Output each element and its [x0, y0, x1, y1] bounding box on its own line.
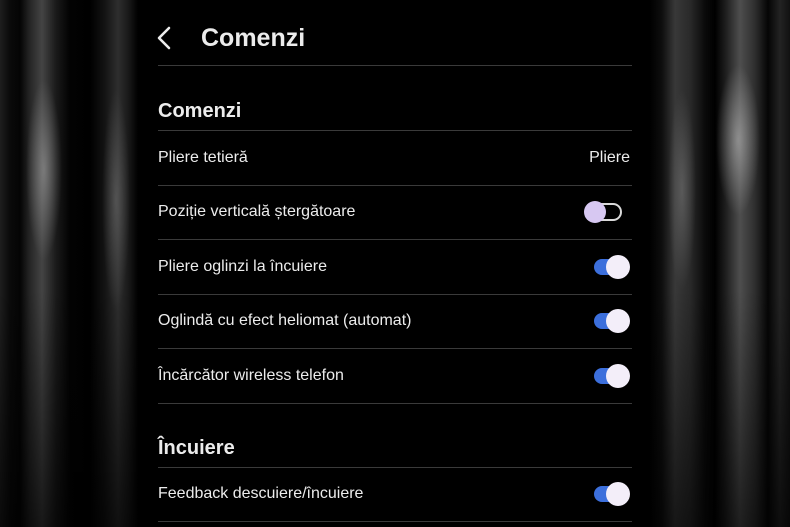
- page-header: Comenzi: [156, 0, 632, 66]
- left-bezel-reflection: [0, 0, 138, 527]
- toggle-knob: [606, 363, 630, 388]
- row-label: Pliere oglinzi la încuiere: [158, 257, 327, 275]
- section-title: Încuiere: [158, 436, 235, 459]
- row-incarcator-wireless[interactable]: Încărcător wireless telefon: [158, 349, 632, 404]
- settings-screen: Comenzi Comenzi Pliere tetieră Pliere Po…: [138, 0, 650, 527]
- row-label: Poziție verticală ștergătoare: [158, 203, 356, 221]
- row-oglinda-heliomat[interactable]: Oglindă cu efect heliomat (automat): [158, 295, 632, 349]
- toggle-switch[interactable]: [584, 200, 622, 224]
- chevron-left-icon: [157, 26, 171, 50]
- row-feedback-descuiere[interactable]: Feedback descuiere/încuiere: [158, 468, 632, 522]
- toggle-switch[interactable]: [592, 363, 630, 388]
- section-header-incuiere: Încuiere: [158, 404, 632, 468]
- row-pliere-tetiera[interactable]: Pliere tetieră Pliere: [158, 131, 632, 186]
- row-label: Pliere tetieră: [158, 148, 248, 166]
- row-label: Încărcător wireless telefon: [158, 366, 344, 384]
- toggle-knob: [606, 309, 630, 334]
- toggle-knob: [606, 482, 630, 507]
- section-header-comenzi: Comenzi: [158, 66, 632, 131]
- right-bezel-reflection: [650, 0, 790, 527]
- row-label: Feedback descuiere/încuiere: [158, 485, 364, 503]
- row-label: Oglindă cu efect heliomat (automat): [158, 312, 412, 330]
- toggle-switch[interactable]: [592, 309, 630, 334]
- row-pliere-oglinzi[interactable]: Pliere oglinzi la încuiere: [158, 240, 632, 295]
- toggle-switch[interactable]: [592, 254, 630, 279]
- toggle-switch[interactable]: [592, 482, 630, 507]
- back-button[interactable]: [156, 26, 172, 50]
- settings-content: Comenzi Comenzi Pliere tetieră Pliere Po…: [156, 0, 632, 522]
- toggle-knob: [606, 254, 630, 279]
- row-pozitie-verticala-stergatoare[interactable]: Poziție verticală ștergătoare: [158, 186, 632, 240]
- section-title: Comenzi: [158, 100, 242, 122]
- page-title: Comenzi: [201, 24, 306, 52]
- row-value: Pliere: [589, 148, 630, 166]
- toggle-knob: [584, 201, 606, 224]
